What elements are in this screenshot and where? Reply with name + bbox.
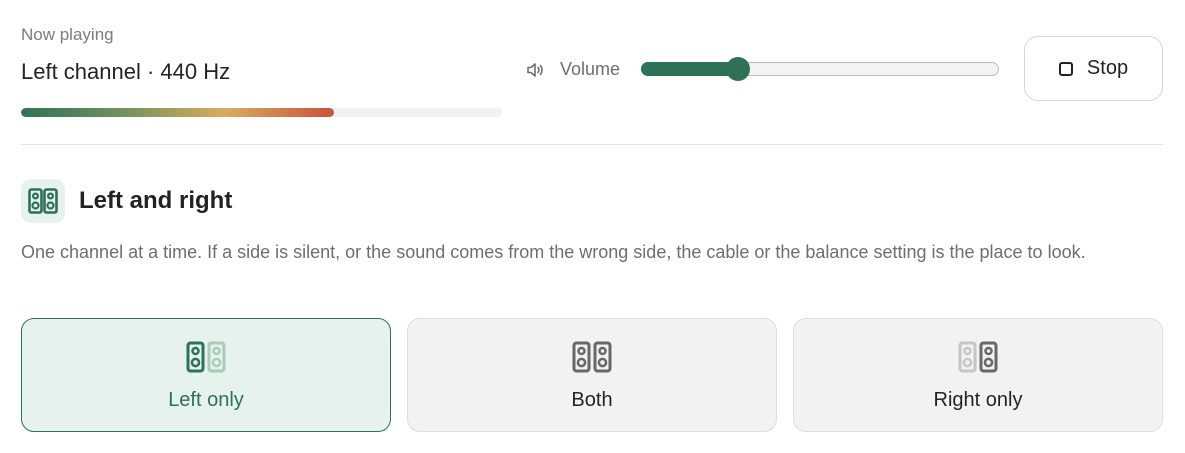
now-playing-label: Now playing: [21, 25, 114, 44]
option-right-only[interactable]: Right only: [793, 318, 1163, 432]
volume-label: Volume: [560, 59, 621, 79]
speaker-icon: [527, 63, 543, 77]
option-both[interactable]: Both: [407, 318, 777, 432]
playback-progress-fill: [21, 108, 334, 117]
option-left-only[interactable]: Left only: [21, 318, 391, 432]
section-description: One channel at a time. If a side is sile…: [21, 242, 1086, 262]
volume-slider[interactable]: [641, 57, 999, 81]
volume-slider-thumb[interactable]: [725, 57, 750, 81]
stop-button[interactable]: Stop: [1024, 36, 1163, 101]
stop-button-label: Stop: [1086, 57, 1129, 79]
option-label: Left only: [168, 389, 244, 411]
now-playing-title: Left channel · 440 Hz: [21, 59, 231, 84]
section-title: Left and right: [79, 187, 233, 214]
both-speakers-icon: [572, 341, 612, 373]
playback-progress-bar: [21, 108, 502, 117]
speakers-icon: [21, 179, 65, 223]
stop-icon: [1058, 61, 1073, 76]
volume-slider-fill: [641, 62, 738, 76]
option-label: Right only: [933, 389, 1023, 411]
right-speaker-icon: [958, 341, 998, 373]
divider: [21, 144, 1163, 145]
left-speaker-icon: [186, 341, 226, 373]
option-label: Both: [571, 389, 613, 411]
